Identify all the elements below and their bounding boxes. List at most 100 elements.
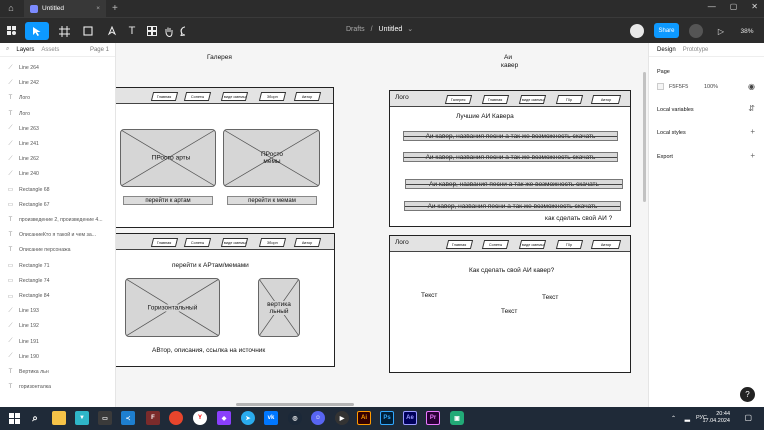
chrome-icon[interactable]	[169, 411, 183, 425]
local-styles[interactable]: Local styles	[657, 130, 686, 136]
layer-item[interactable]: T ОписаниеКто я такой и чем за...	[0, 230, 116, 240]
nav-author[interactable]: Автор	[590, 240, 622, 249]
layer-item[interactable]: ⟋ Line 192	[0, 321, 116, 331]
tray-arrow-icon[interactable]: ⌃	[671, 415, 676, 422]
horizontal-scrollbar[interactable]	[236, 403, 354, 406]
premiere-icon[interactable]: Pr	[426, 411, 440, 425]
media-player-icon[interactable]: ▶	[335, 411, 349, 425]
go-to-arts-button[interactable]: перейти к артам	[123, 196, 213, 205]
nav-video-memes[interactable]: виде омемы	[220, 92, 249, 101]
nav-sonnets[interactable]: Сонеты	[481, 240, 510, 249]
nav-gor[interactable]: Г0р	[555, 95, 584, 104]
local-variables[interactable]: Local variables	[657, 107, 694, 113]
vk-icon[interactable]: vk	[264, 411, 278, 425]
layer-item[interactable]: ▭ Rectangle 84	[0, 291, 116, 301]
vscode-icon[interactable]: ≺	[121, 411, 135, 425]
how-to-make-link[interactable]: как сделать свой АИ ?	[545, 215, 612, 222]
nav-author[interactable]: Автор	[293, 238, 322, 247]
layer-item[interactable]: ⟋ Line 193	[0, 306, 116, 316]
discord-icon[interactable]: ☺	[311, 411, 325, 425]
layer-item[interactable]: ⟋ Line 242	[0, 78, 116, 88]
move-tool-icon[interactable]	[25, 22, 49, 40]
window-close-button[interactable]: ✕	[751, 2, 758, 11]
ai-cover-row[interactable]: Аи кавер, названия песни а так же возмож…	[403, 152, 618, 162]
clock[interactable]: 20:44 17.04.2024	[702, 411, 730, 425]
file-explorer-icon[interactable]	[52, 411, 66, 425]
logo[interactable]: Лого	[395, 239, 409, 246]
present-icon[interactable]: ▷	[714, 22, 728, 40]
ai-cover-row[interactable]: Аи кавер, названия песни а так же возмож…	[404, 201, 621, 211]
zoom-level[interactable]: 38%	[734, 22, 760, 40]
ai-covers-frame[interactable]: Лого Галерея Главная виде омемы Г0р Авто…	[389, 90, 631, 227]
yandex-icon[interactable]: Y	[193, 411, 207, 425]
windows-start-icon[interactable]	[7, 411, 21, 425]
drafts-link[interactable]: Drafts	[346, 26, 365, 33]
tab-prototype[interactable]: Prototype	[683, 47, 709, 53]
app-icon[interactable]: ◆	[217, 411, 231, 425]
resources-tool-icon[interactable]	[143, 22, 161, 40]
how-to-frame[interactable]: Лого Главная Сонеты виде омемы Г0р Автор…	[389, 235, 631, 373]
share-button[interactable]: Share	[654, 23, 679, 38]
ai-frame-label-2[interactable]: кавер	[501, 62, 518, 69]
nav-gallery[interactable]: Галерея	[444, 95, 473, 104]
gallery-frame-label[interactable]: Галерея	[207, 54, 232, 61]
layer-item[interactable]: Tпроизведение 2, произведение 4...	[0, 215, 116, 225]
nav-collection[interactable]: Зборн	[258, 238, 287, 247]
arts-card-placeholder[interactable]: ПРосто арты	[120, 129, 216, 187]
app-icon[interactable]: ▼	[75, 411, 89, 425]
export-section[interactable]: Export	[657, 154, 673, 160]
search-icon[interactable]: ⌕	[28, 411, 42, 425]
chevron-down-icon[interactable]: ⌄	[407, 26, 413, 33]
frame-tool-icon[interactable]	[53, 22, 75, 40]
gallery-frame[interactable]: Главная Сонеты виде омемы Зборн Автор ПР…	[116, 87, 334, 228]
layer-item[interactable]: Tгоризонталка	[0, 382, 116, 392]
nav-main[interactable]: Главная	[150, 238, 179, 247]
ai-cover-row[interactable]: Аи кавер, названия песни а так же возмож…	[403, 131, 618, 141]
maximize-button[interactable]: ▢	[730, 2, 738, 11]
nav-sonnets[interactable]: Сонеты	[183, 92, 212, 101]
nav-collection[interactable]: Зборн	[258, 92, 287, 101]
close-tab-icon[interactable]: ×	[96, 5, 100, 12]
nav-video-memes[interactable]: виде омемы	[518, 240, 547, 249]
layer-item[interactable]: ⟋ Line 190	[0, 352, 116, 362]
ai-frame-label[interactable]: Аи	[504, 54, 512, 61]
layer-item[interactable]: ⟋ Line 191	[0, 337, 116, 347]
steam-icon[interactable]: ◎	[288, 411, 302, 425]
memes-card-placeholder[interactable]: ПРосто мемы	[223, 129, 320, 187]
ai-cover-row[interactable]: Аи кавер, названия песни а так же возмож…	[405, 179, 623, 189]
horizontal-image-placeholder[interactable]: Горизонтальный	[125, 278, 220, 337]
vertical-scrollbar[interactable]	[643, 72, 646, 202]
layer-item[interactable]: ▭ Rectangle 67	[0, 200, 116, 210]
layer-item[interactable]: T Вертика льн	[0, 367, 116, 377]
app-icon[interactable]: ▣	[450, 411, 464, 425]
tab-layers[interactable]: Layers	[16, 47, 34, 53]
layer-item[interactable]: ⟋ Line 241	[0, 139, 116, 149]
layer-item[interactable]: ⟋ Line 263	[0, 124, 116, 134]
present-button[interactable]	[684, 22, 708, 40]
canvas[interactable]: Галерея Аи кавер Главная Сонеты виде оме…	[116, 43, 648, 407]
file-tab[interactable]: Untitled ×	[24, 0, 106, 17]
nav-gor[interactable]: Г0р	[555, 240, 584, 249]
illustrator-icon[interactable]: Ai	[357, 411, 371, 425]
add-style-icon[interactable]: +	[750, 127, 755, 136]
nav-main[interactable]: Главная	[150, 92, 179, 101]
layer-item[interactable]: ▭ Rectangle 68	[0, 185, 116, 195]
layer-item[interactable]: ⟋ Line 264	[0, 63, 116, 73]
layer-item[interactable]: T Описание персонажа	[0, 245, 116, 255]
layer-item[interactable]: ▭ Rectangle 74	[0, 276, 116, 286]
tab-design[interactable]: Design	[657, 47, 676, 53]
vertical-image-placeholder[interactable]: вертика льный	[258, 278, 300, 337]
art-detail-frame[interactable]: Главная Сонеты виде омемы Зборн Автор пе…	[116, 233, 335, 367]
nav-main[interactable]: Главная	[481, 95, 510, 104]
layer-item[interactable]: ▭ Rectangle 71	[0, 261, 116, 271]
nav-main[interactable]: Главная	[445, 240, 474, 249]
nav-author[interactable]: Автор	[293, 92, 322, 101]
layer-item[interactable]: T Лого	[0, 93, 116, 103]
after-effects-icon[interactable]: Ae	[403, 411, 417, 425]
layer-item[interactable]: ⟋ Line 262	[0, 154, 116, 164]
layer-item[interactable]: T Лого	[0, 109, 116, 119]
go-to-memes-button[interactable]: перейти к мемам	[227, 196, 317, 205]
page-selector[interactable]: Page 1	[90, 47, 109, 53]
terminal-icon[interactable]: ▭	[98, 411, 112, 425]
notification-icon[interactable]: ▢	[744, 413, 752, 422]
